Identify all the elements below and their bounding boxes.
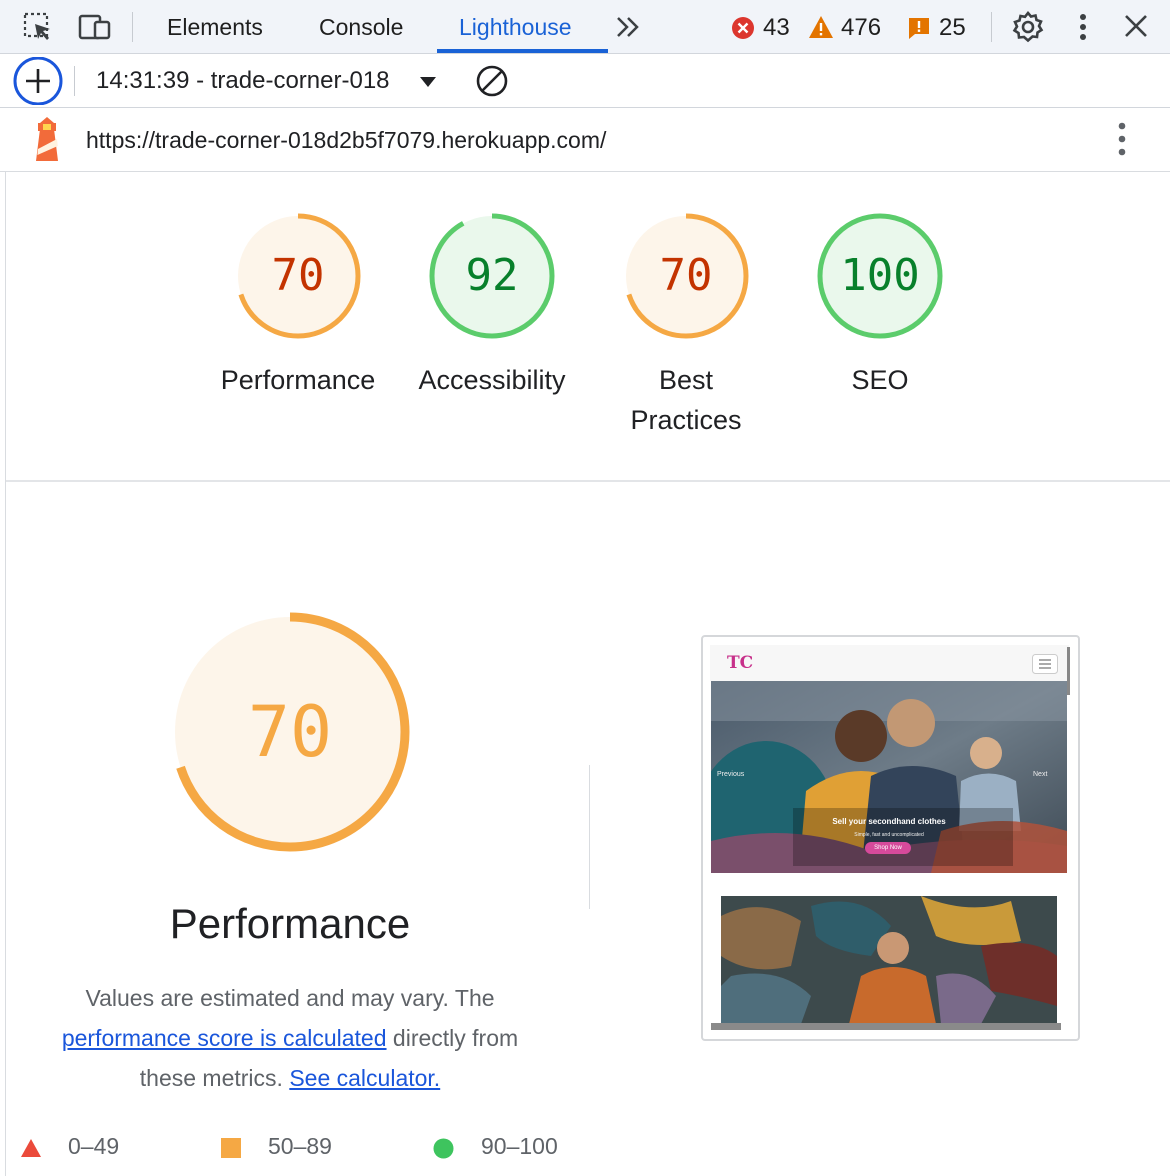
kebab-menu-icon[interactable] bbox=[1115, 122, 1129, 161]
inspect-element-icon[interactable] bbox=[22, 11, 54, 48]
gauge-score-best-practices: 70 bbox=[659, 250, 713, 301]
devtools-toolbar: Elements Console Lighthouse 43 476 25 bbox=[0, 0, 1170, 54]
tab-lighthouse[interactable]: Lighthouse bbox=[459, 14, 572, 41]
score-gauge-best-practices[interactable]: 70 bbox=[621, 211, 751, 341]
gauge-label-performance[interactable]: Performance bbox=[198, 360, 398, 400]
gauge-label-seo[interactable]: SEO bbox=[780, 360, 980, 400]
url-bar: https://trade-corner-018d2b5f7079.heroku… bbox=[0, 108, 1170, 172]
clothes-photo-image bbox=[721, 896, 1057, 1024]
kebab-menu-icon[interactable] bbox=[1076, 12, 1090, 47]
section-divider bbox=[6, 480, 1170, 482]
legend-fail: 0–49 bbox=[68, 1133, 120, 1159]
site-logo: TC bbox=[727, 653, 754, 673]
clear-reports-icon[interactable] bbox=[475, 64, 509, 103]
more-tabs-icon[interactable] bbox=[614, 13, 642, 46]
toolbar-separator bbox=[991, 12, 992, 42]
close-icon[interactable] bbox=[1123, 13, 1149, 44]
desc-text-2: directly from bbox=[392, 1025, 519, 1051]
new-report-plus-icon[interactable] bbox=[12, 56, 64, 110]
gauge-label-accessibility[interactable]: Accessibility bbox=[392, 360, 592, 400]
desc-text-3: these metrics. bbox=[139, 1065, 283, 1091]
report-bar-separator bbox=[74, 66, 75, 96]
gauge-score-performance: 70 bbox=[271, 250, 325, 301]
vertical-divider bbox=[589, 765, 590, 909]
toolbar-separator bbox=[132, 12, 133, 42]
report-select[interactable]: 14:31:39 - trade-corner-018 bbox=[96, 67, 390, 95]
issues-count[interactable]: 25 bbox=[939, 14, 966, 42]
see-calculator-link[interactable]: See calculator. bbox=[289, 1065, 440, 1091]
hero-shop-now-button: Shop Now bbox=[865, 842, 911, 854]
thumb-bottom-scrollbar bbox=[711, 1023, 1061, 1030]
legend-pass: 90–100 bbox=[481, 1133, 558, 1159]
page-screenshot[interactable]: TC Previous Next Sell your secondhand cl… bbox=[701, 635, 1080, 1041]
gauge-label-best-practices[interactable]: Best Practices bbox=[606, 360, 766, 440]
warning-icon[interactable] bbox=[808, 15, 834, 44]
hero-headline: Sell your secondhand clothes bbox=[832, 817, 946, 826]
score-calculated-link[interactable]: performance score is calculated bbox=[62, 1025, 387, 1051]
site-navbar: TC bbox=[710, 645, 1069, 681]
score-gauge-seo[interactable]: 100 bbox=[815, 211, 945, 341]
tab-elements[interactable]: Elements bbox=[167, 14, 263, 41]
carousel-next: Next bbox=[1033, 771, 1048, 778]
active-tab-indicator bbox=[437, 49, 608, 53]
score-gauge-performance[interactable]: 70 bbox=[233, 211, 363, 341]
thumb-scrollbar bbox=[1067, 647, 1070, 695]
panel-left-border bbox=[5, 172, 6, 1176]
desc-text-1: Values are estimated and may vary. The bbox=[85, 985, 495, 1011]
tab-console[interactable]: Console bbox=[319, 14, 403, 41]
gauge-score-seo: 100 bbox=[840, 250, 920, 301]
performance-title: Performance bbox=[169, 900, 411, 947]
hamburger-menu-icon bbox=[1032, 654, 1058, 679]
issues-icon[interactable] bbox=[907, 16, 931, 45]
pass-circle-icon bbox=[433, 1138, 454, 1164]
device-toolbar-icon[interactable] bbox=[78, 12, 112, 47]
legend-average: 50–89 bbox=[268, 1133, 332, 1159]
hero-subline: Simple, fast and uncomplicated bbox=[854, 832, 924, 838]
average-square-icon bbox=[221, 1138, 241, 1163]
error-icon[interactable] bbox=[731, 16, 755, 45]
carousel-prev: Previous bbox=[717, 771, 745, 778]
fail-triangle-icon bbox=[20, 1138, 42, 1163]
chevron-down-icon[interactable] bbox=[419, 75, 437, 93]
performance-description: Values are estimated and may vary. The p… bbox=[30, 978, 550, 1098]
performance-big-score: 70 bbox=[247, 691, 333, 773]
settings-gear-icon[interactable] bbox=[1011, 10, 1045, 49]
report-bar: 14:31:39 - trade-corner-018 bbox=[0, 54, 1170, 108]
audited-url[interactable]: https://trade-corner-018d2b5f7079.heroku… bbox=[86, 127, 606, 154]
lighthouse-logo-icon bbox=[30, 115, 64, 168]
score-gauge-accessibility[interactable]: 92 bbox=[427, 211, 557, 341]
warning-count[interactable]: 476 bbox=[841, 14, 881, 42]
gauge-score-accessibility: 92 bbox=[465, 250, 519, 301]
error-count[interactable]: 43 bbox=[763, 14, 790, 42]
